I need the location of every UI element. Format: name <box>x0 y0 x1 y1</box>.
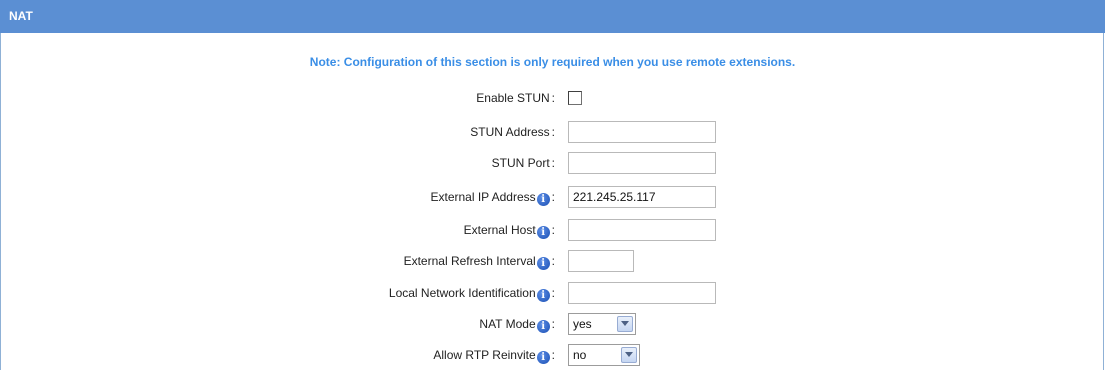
enable-stun-checkbox[interactable] <box>568 91 582 105</box>
row-stun-port: STUN Port: <box>0 148 1105 178</box>
colon: : <box>551 254 555 268</box>
external-host-input[interactable] <box>568 219 716 241</box>
nat-mode-label-group: NAT Mode i: <box>479 309 555 339</box>
chevron-down-icon[interactable] <box>621 347 637 363</box>
info-icon[interactable]: i <box>536 226 550 239</box>
allow-rtp-reinvite-label: Allow RTP Reinvite <box>433 348 536 362</box>
allow-rtp-reinvite-select[interactable]: no <box>568 344 640 366</box>
nat-mode-value: yes <box>573 317 592 331</box>
stun-address-input[interactable] <box>568 121 716 143</box>
external-refresh-label: External Refresh Interval <box>403 254 536 268</box>
local-network-input[interactable] <box>568 282 716 304</box>
enable-stun-label-group: Enable STUN: <box>476 83 555 113</box>
stun-port-label-group: STUN Port: <box>492 148 555 178</box>
stun-port-input[interactable] <box>568 152 716 174</box>
info-icon[interactable]: i <box>536 320 550 333</box>
note-text: Note: Configuration of this section is o… <box>309 55 796 69</box>
row-stun-address: STUN Address: <box>0 117 1105 147</box>
external-host-label-group: External Host i: <box>464 215 555 245</box>
colon: : <box>551 190 555 204</box>
section-header: NAT <box>0 0 1105 33</box>
nat-mode-select[interactable]: yes <box>568 313 636 335</box>
stun-port-label: STUN Port <box>491 156 550 170</box>
external-refresh-label-group: External Refresh Interval i: <box>404 246 555 276</box>
row-external-ip: External IP Address i: <box>0 182 1105 212</box>
chevron-down-icon[interactable] <box>617 316 633 332</box>
stun-address-label-group: STUN Address: <box>470 117 555 147</box>
nat-mode-label: NAT Mode <box>479 317 536 331</box>
row-nat-mode: NAT Mode i: yes <box>0 309 1105 339</box>
row-enable-stun: Enable STUN: <box>0 83 1105 113</box>
colon: : <box>551 91 555 105</box>
allow-rtp-reinvite-value: no <box>573 348 587 362</box>
external-ip-label: External IP Address <box>430 190 536 204</box>
colon: : <box>551 348 555 362</box>
info-icon[interactable]: i <box>536 351 550 364</box>
row-external-host: External Host i: <box>0 215 1105 245</box>
local-network-label: Local Network Identification <box>388 286 536 300</box>
external-ip-input[interactable] <box>568 186 716 208</box>
colon: : <box>551 125 555 139</box>
colon: : <box>551 286 555 300</box>
row-local-network: Local Network Identification i: <box>0 278 1105 308</box>
local-network-label-group: Local Network Identification i: <box>389 278 555 308</box>
colon: : <box>551 156 555 170</box>
external-refresh-input[interactable] <box>568 250 634 272</box>
allow-rtp-reinvite-label-group: Allow RTP Reinvite i: <box>433 340 555 370</box>
external-host-label: External Host <box>463 223 536 237</box>
row-allow-rtp-reinvite: Allow RTP Reinvite i: no <box>0 340 1105 370</box>
row-external-refresh: External Refresh Interval i: <box>0 246 1105 276</box>
external-ip-label-group: External IP Address i: <box>430 182 555 212</box>
section-title: NAT <box>9 9 33 23</box>
stun-address-label: STUN Address <box>470 125 550 139</box>
info-icon[interactable]: i <box>536 257 550 270</box>
info-icon[interactable]: i <box>536 289 550 302</box>
info-icon[interactable]: i <box>536 193 550 206</box>
colon: : <box>551 223 555 237</box>
colon: : <box>551 317 555 331</box>
enable-stun-label: Enable STUN <box>476 91 550 105</box>
